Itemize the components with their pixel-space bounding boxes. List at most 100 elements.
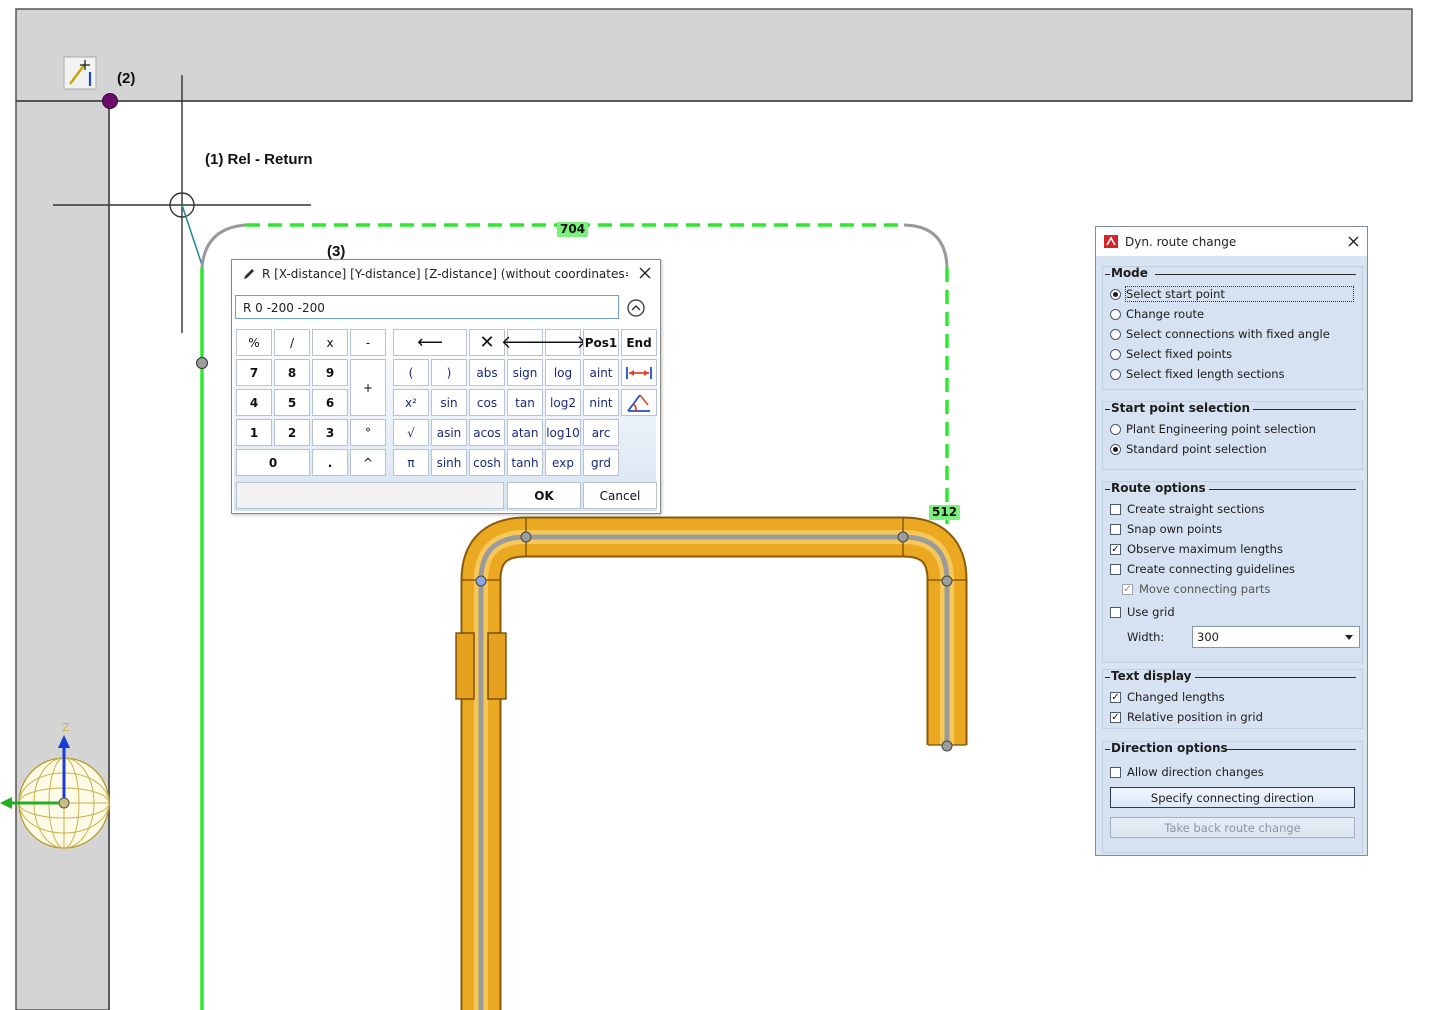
mode-select-start-point[interactable]: Select start point <box>1110 286 1354 302</box>
key-plus[interactable]: + <box>350 359 386 416</box>
key-0[interactable]: 0 <box>236 449 310 476</box>
mode-fixed-angle[interactable]: Select connections with fixed angle <box>1110 326 1330 342</box>
key-tan[interactable]: tan <box>507 389 543 416</box>
key-exp[interactable]: exp <box>545 449 581 476</box>
z-axis-label: Z <box>62 721 70 734</box>
key-acos[interactable]: acos <box>469 419 505 446</box>
key-cursor-right[interactable]: 🡒 <box>539 329 587 356</box>
key-atan[interactable]: atan <box>507 419 543 446</box>
wall-left <box>15 100 110 1010</box>
key-cosh[interactable]: cosh <box>469 449 505 476</box>
key-5[interactable]: 5 <box>274 389 310 416</box>
calculator-dialog: R [X-distance] [Y-distance] [Z-distance]… <box>231 259 661 514</box>
take-back-change-button: Take back route change <box>1110 817 1355 838</box>
ok-button[interactable]: OK <box>507 482 581 509</box>
key-minus[interactable]: - <box>350 329 386 356</box>
close-icon[interactable] <box>1346 234 1361 249</box>
key-arc[interactable]: arc <box>583 419 619 446</box>
measure-angle-icon[interactable] <box>621 389 657 416</box>
step-3-label: (3) <box>327 243 346 260</box>
start-standard[interactable]: Standard point selection <box>1110 441 1267 457</box>
create-straight-checkbox[interactable]: Create straight sections <box>1110 501 1265 517</box>
close-icon[interactable] <box>636 264 654 282</box>
key-grd[interactable]: grd <box>583 449 619 476</box>
key-tanh[interactable]: tanh <box>507 449 543 476</box>
pipe-route[interactable] <box>455 516 968 1010</box>
key-cursor-left[interactable]: 🡐 <box>501 329 549 356</box>
allow-direction-changes-checkbox[interactable]: Allow direction changes <box>1110 764 1264 780</box>
relative-position-checkbox[interactable]: ✓ Relative position in grid <box>1110 709 1263 725</box>
key-lparen[interactable]: ( <box>393 359 429 386</box>
app-logo-icon <box>1104 235 1118 248</box>
key-3[interactable]: 3 <box>312 419 348 446</box>
route-options-group: Route options Create straight sections S… <box>1102 481 1363 663</box>
calculator-keypad: % / x - ⟵ ✕ 🡐 🡒 Pos1 End 7 8 9 + ( ) abs… <box>234 328 657 511</box>
key-2[interactable]: 2 <box>274 419 310 446</box>
key-sqrt[interactable]: √ <box>393 419 429 446</box>
key-9[interactable]: 9 <box>312 359 348 386</box>
mode-group: Mode Select start point Change route Sel… <box>1102 266 1363 390</box>
key-pi[interactable]: π <box>393 449 429 476</box>
snap-own-points-checkbox[interactable]: Snap own points <box>1110 521 1222 537</box>
selected-point-marker[interactable] <box>102 93 118 109</box>
key-rparen[interactable]: ) <box>431 359 467 386</box>
key-end[interactable]: End <box>621 329 657 356</box>
specify-direction-button[interactable]: Specify connecting direction <box>1110 787 1355 808</box>
radio-button[interactable] <box>1110 288 1121 300</box>
key-log10[interactable]: log10 <box>545 419 581 446</box>
key-sin[interactable]: sin <box>431 389 467 416</box>
key-clear[interactable]: ✕ <box>469 329 505 356</box>
calculator-titlebar[interactable]: R [X-distance] [Y-distance] [Z-distance]… <box>232 260 660 288</box>
dyn-route-change-panel: Dyn. route change Mode Select start poin… <box>1095 226 1368 856</box>
key-aint[interactable]: aint <box>583 359 619 386</box>
mode-fixed-points[interactable]: Select fixed points <box>1110 346 1232 362</box>
panel-titlebar[interactable]: Dyn. route change <box>1096 227 1367 256</box>
route-node[interactable] <box>196 357 208 369</box>
pipe-coupling[interactable] <box>455 632 475 700</box>
key-divide[interactable]: / <box>274 329 310 356</box>
direction-options-heading: Direction options <box>1111 741 1228 755</box>
cancel-button[interactable]: Cancel <box>583 482 657 509</box>
observe-max-lengths-checkbox[interactable]: ✓ Observe maximum lengths <box>1110 541 1283 557</box>
key-percent[interactable]: % <box>236 329 272 356</box>
key-degree[interactable]: ° <box>350 419 386 446</box>
start-point-group: Start point selection Plant Engineering … <box>1102 401 1363 470</box>
key-abs[interactable]: abs <box>469 359 505 386</box>
key-8[interactable]: 8 <box>274 359 310 386</box>
mode-fixed-length[interactable]: Select fixed length sections <box>1110 366 1285 382</box>
route-options-heading: Route options <box>1111 481 1206 495</box>
key-sign[interactable]: sign <box>507 359 543 386</box>
use-grid-checkbox[interactable]: Use grid <box>1110 604 1175 620</box>
chevron-up-icon[interactable] <box>626 298 646 318</box>
key-backspace[interactable]: ⟵ <box>393 329 467 356</box>
point-wand-icon <box>63 56 97 90</box>
key-7[interactable]: 7 <box>236 359 272 386</box>
key-cos[interactable]: cos <box>469 389 505 416</box>
key-multiply[interactable]: x <box>312 329 348 356</box>
expression-input[interactable] <box>241 297 615 319</box>
direction-options-group: Direction options Allow direction change… <box>1102 741 1363 853</box>
key-nint[interactable]: nint <box>583 389 619 416</box>
key-square[interactable]: x² <box>393 389 429 416</box>
key-log2[interactable]: log2 <box>545 389 581 416</box>
mode-change-route[interactable]: Change route <box>1110 306 1204 322</box>
key-6[interactable]: 6 <box>312 389 348 416</box>
key-1[interactable]: 1 <box>236 419 272 446</box>
key-log[interactable]: log <box>545 359 581 386</box>
move-connecting-parts-checkbox: ✓ Move connecting parts <box>1122 582 1271 596</box>
key-4[interactable]: 4 <box>236 389 272 416</box>
grid-width-select[interactable]: 300 <box>1192 626 1360 648</box>
key-sinh[interactable]: sinh <box>431 449 467 476</box>
changed-lengths-checkbox[interactable]: ✓ Changed lengths <box>1110 689 1225 705</box>
key-asin[interactable]: asin <box>431 419 467 446</box>
dimension-label-top: 704 <box>557 222 589 237</box>
measure-distance-icon[interactable] <box>621 359 657 386</box>
create-guidelines-checkbox[interactable]: Create connecting guidelines <box>1110 561 1295 577</box>
key-pos1[interactable]: Pos1 <box>583 329 619 356</box>
start-plant-engineering[interactable]: Plant Engineering point selection <box>1110 421 1316 437</box>
chevron-down-icon <box>1345 635 1353 640</box>
key-dot[interactable]: . <box>312 449 348 476</box>
rel-return-leader <box>181 204 204 269</box>
key-power[interactable]: ^ <box>350 449 386 476</box>
start-point-heading: Start point selection <box>1111 401 1250 415</box>
